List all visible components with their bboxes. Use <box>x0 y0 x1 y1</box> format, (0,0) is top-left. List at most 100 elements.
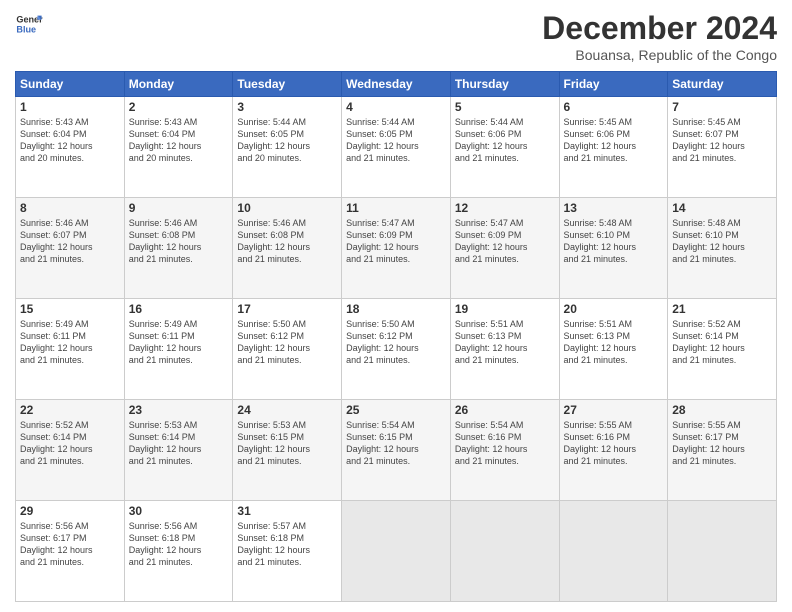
table-row: 23 Sunrise: 5:53 AM Sunset: 6:14 PM Dayli… <box>124 400 233 501</box>
day-number: 24 <box>237 403 337 417</box>
table-row: 5 Sunrise: 5:44 AM Sunset: 6:06 PM Daylig… <box>450 97 559 198</box>
table-row: 30 Sunrise: 5:56 AM Sunset: 6:18 PM Dayli… <box>124 501 233 602</box>
table-row <box>668 501 777 602</box>
day-number: 30 <box>129 504 229 518</box>
day-info: Sunrise: 5:57 AM Sunset: 6:18 PM Dayligh… <box>237 520 337 569</box>
table-row: 31 Sunrise: 5:57 AM Sunset: 6:18 PM Dayli… <box>233 501 342 602</box>
day-number: 27 <box>564 403 664 417</box>
table-row: 3Sunrise: 5:44 AM Sunset: 6:05 PM Daylig… <box>233 97 342 198</box>
day-number: 31 <box>237 504 337 518</box>
col-friday: Friday <box>559 72 668 97</box>
table-row: 28Sunrise: 5:55 AM Sunset: 6:17 PM Dayli… <box>668 400 777 501</box>
calendar-week-row: 8 Sunrise: 5:46 AM Sunset: 6:07 PM Daylig… <box>16 198 777 299</box>
main-title: December 2024 <box>542 10 777 47</box>
table-row: 13Sunrise: 5:48 AM Sunset: 6:10 PM Dayli… <box>559 198 668 299</box>
table-row: 4 Sunrise: 5:44 AM Sunset: 6:05 PM Daylig… <box>342 97 451 198</box>
day-number: 3 <box>237 100 337 114</box>
day-info: Sunrise: 5:49 AM Sunset: 6:11 PM Dayligh… <box>129 318 229 367</box>
day-number: 9 <box>129 201 229 215</box>
day-info: Sunrise: 5:50 AM Sunset: 6:12 PM Dayligh… <box>346 318 446 367</box>
table-row: 25 Sunrise: 5:54 AM Sunset: 6:15 PM Dayli… <box>342 400 451 501</box>
table-row: 12 Sunrise: 5:47 AM Sunset: 6:09 PM Dayli… <box>450 198 559 299</box>
day-info: Sunrise: 5:54 AM Sunset: 6:16 PM Dayligh… <box>455 419 555 468</box>
day-number: 22 <box>20 403 120 417</box>
table-row: 9 Sunrise: 5:46 AM Sunset: 6:08 PM Daylig… <box>124 198 233 299</box>
table-row: 2Sunrise: 5:43 AM Sunset: 6:04 PM Daylig… <box>124 97 233 198</box>
day-info: Sunrise: 5:51 AM Sunset: 6:13 PM Dayligh… <box>564 318 664 367</box>
table-row: 10Sunrise: 5:46 AM Sunset: 6:08 PM Dayli… <box>233 198 342 299</box>
header: General Blue December 2024 Bouansa, Repu… <box>15 10 777 63</box>
table-row: 19 Sunrise: 5:51 AM Sunset: 6:13 PM Dayli… <box>450 299 559 400</box>
day-number: 23 <box>129 403 229 417</box>
table-row: 27 Sunrise: 5:55 AM Sunset: 6:16 PM Dayli… <box>559 400 668 501</box>
title-block: December 2024 Bouansa, Republic of the C… <box>542 10 777 63</box>
table-row: 29 Sunrise: 5:56 AM Sunset: 6:17 PM Dayli… <box>16 501 125 602</box>
day-info: Sunrise: 5:53 AM Sunset: 6:14 PM Dayligh… <box>129 419 229 468</box>
day-number: 14 <box>672 201 772 215</box>
day-number: 1 <box>20 100 120 114</box>
day-info: Sunrise: 5:55 AM Sunset: 6:16 PM Dayligh… <box>564 419 664 468</box>
day-number: 29 <box>20 504 120 518</box>
day-number: 8 <box>20 201 120 215</box>
day-number: 7 <box>672 100 772 114</box>
day-number: 21 <box>672 302 772 316</box>
col-sunday: Sunday <box>16 72 125 97</box>
day-info: Sunrise: 5:44 AM Sunset: 6:06 PM Dayligh… <box>455 116 555 165</box>
table-row: 8 Sunrise: 5:46 AM Sunset: 6:07 PM Daylig… <box>16 198 125 299</box>
col-monday: Monday <box>124 72 233 97</box>
day-info: Sunrise: 5:44 AM Sunset: 6:05 PM Dayligh… <box>346 116 446 165</box>
calendar-week-row: 1 Sunrise: 5:43 AM Sunset: 6:04 PM Daylig… <box>16 97 777 198</box>
col-wednesday: Wednesday <box>342 72 451 97</box>
calendar-week-row: 22 Sunrise: 5:52 AM Sunset: 6:14 PM Dayli… <box>16 400 777 501</box>
page: General Blue December 2024 Bouansa, Repu… <box>0 0 792 612</box>
day-number: 4 <box>346 100 446 114</box>
day-number: 12 <box>455 201 555 215</box>
subtitle: Bouansa, Republic of the Congo <box>542 47 777 63</box>
day-number: 10 <box>237 201 337 215</box>
day-number: 19 <box>455 302 555 316</box>
table-row <box>450 501 559 602</box>
day-info: Sunrise: 5:51 AM Sunset: 6:13 PM Dayligh… <box>455 318 555 367</box>
day-info: Sunrise: 5:46 AM Sunset: 6:07 PM Dayligh… <box>20 217 120 266</box>
day-info: Sunrise: 5:52 AM Sunset: 6:14 PM Dayligh… <box>20 419 120 468</box>
day-number: 18 <box>346 302 446 316</box>
day-info: Sunrise: 5:54 AM Sunset: 6:15 PM Dayligh… <box>346 419 446 468</box>
day-info: Sunrise: 5:47 AM Sunset: 6:09 PM Dayligh… <box>346 217 446 266</box>
day-info: Sunrise: 5:43 AM Sunset: 6:04 PM Dayligh… <box>20 116 120 165</box>
col-tuesday: Tuesday <box>233 72 342 97</box>
day-number: 20 <box>564 302 664 316</box>
calendar-week-row: 15 Sunrise: 5:49 AM Sunset: 6:11 PM Dayli… <box>16 299 777 400</box>
table-row: 18 Sunrise: 5:50 AM Sunset: 6:12 PM Dayli… <box>342 299 451 400</box>
calendar-week-row: 29 Sunrise: 5:56 AM Sunset: 6:17 PM Dayli… <box>16 501 777 602</box>
table-row: 21Sunrise: 5:52 AM Sunset: 6:14 PM Dayli… <box>668 299 777 400</box>
calendar-table: Sunday Monday Tuesday Wednesday Thursday… <box>15 71 777 602</box>
calendar-header-row: Sunday Monday Tuesday Wednesday Thursday… <box>16 72 777 97</box>
col-thursday: Thursday <box>450 72 559 97</box>
day-info: Sunrise: 5:46 AM Sunset: 6:08 PM Dayligh… <box>129 217 229 266</box>
day-info: Sunrise: 5:56 AM Sunset: 6:17 PM Dayligh… <box>20 520 120 569</box>
svg-text:Blue: Blue <box>16 24 36 34</box>
table-row: 22 Sunrise: 5:52 AM Sunset: 6:14 PM Dayli… <box>16 400 125 501</box>
day-number: 11 <box>346 201 446 215</box>
table-row <box>342 501 451 602</box>
table-row: 6 Sunrise: 5:45 AM Sunset: 6:06 PM Daylig… <box>559 97 668 198</box>
table-row: 26Sunrise: 5:54 AM Sunset: 6:16 PM Dayli… <box>450 400 559 501</box>
table-row: 16Sunrise: 5:49 AM Sunset: 6:11 PM Dayli… <box>124 299 233 400</box>
table-row: 7 Sunrise: 5:45 AM Sunset: 6:07 PM Daylig… <box>668 97 777 198</box>
day-info: Sunrise: 5:47 AM Sunset: 6:09 PM Dayligh… <box>455 217 555 266</box>
day-number: 15 <box>20 302 120 316</box>
day-info: Sunrise: 5:45 AM Sunset: 6:07 PM Dayligh… <box>672 116 772 165</box>
day-info: Sunrise: 5:50 AM Sunset: 6:12 PM Dayligh… <box>237 318 337 367</box>
day-info: Sunrise: 5:48 AM Sunset: 6:10 PM Dayligh… <box>672 217 772 266</box>
day-number: 25 <box>346 403 446 417</box>
day-number: 6 <box>564 100 664 114</box>
day-number: 5 <box>455 100 555 114</box>
day-info: Sunrise: 5:56 AM Sunset: 6:18 PM Dayligh… <box>129 520 229 569</box>
table-row <box>559 501 668 602</box>
day-number: 28 <box>672 403 772 417</box>
day-info: Sunrise: 5:48 AM Sunset: 6:10 PM Dayligh… <box>564 217 664 266</box>
day-info: Sunrise: 5:45 AM Sunset: 6:06 PM Dayligh… <box>564 116 664 165</box>
table-row: 14 Sunrise: 5:48 AM Sunset: 6:10 PM Dayli… <box>668 198 777 299</box>
col-saturday: Saturday <box>668 72 777 97</box>
table-row: 15Sunrise: 5:49 AM Sunset: 6:11 PM Dayli… <box>16 299 125 400</box>
